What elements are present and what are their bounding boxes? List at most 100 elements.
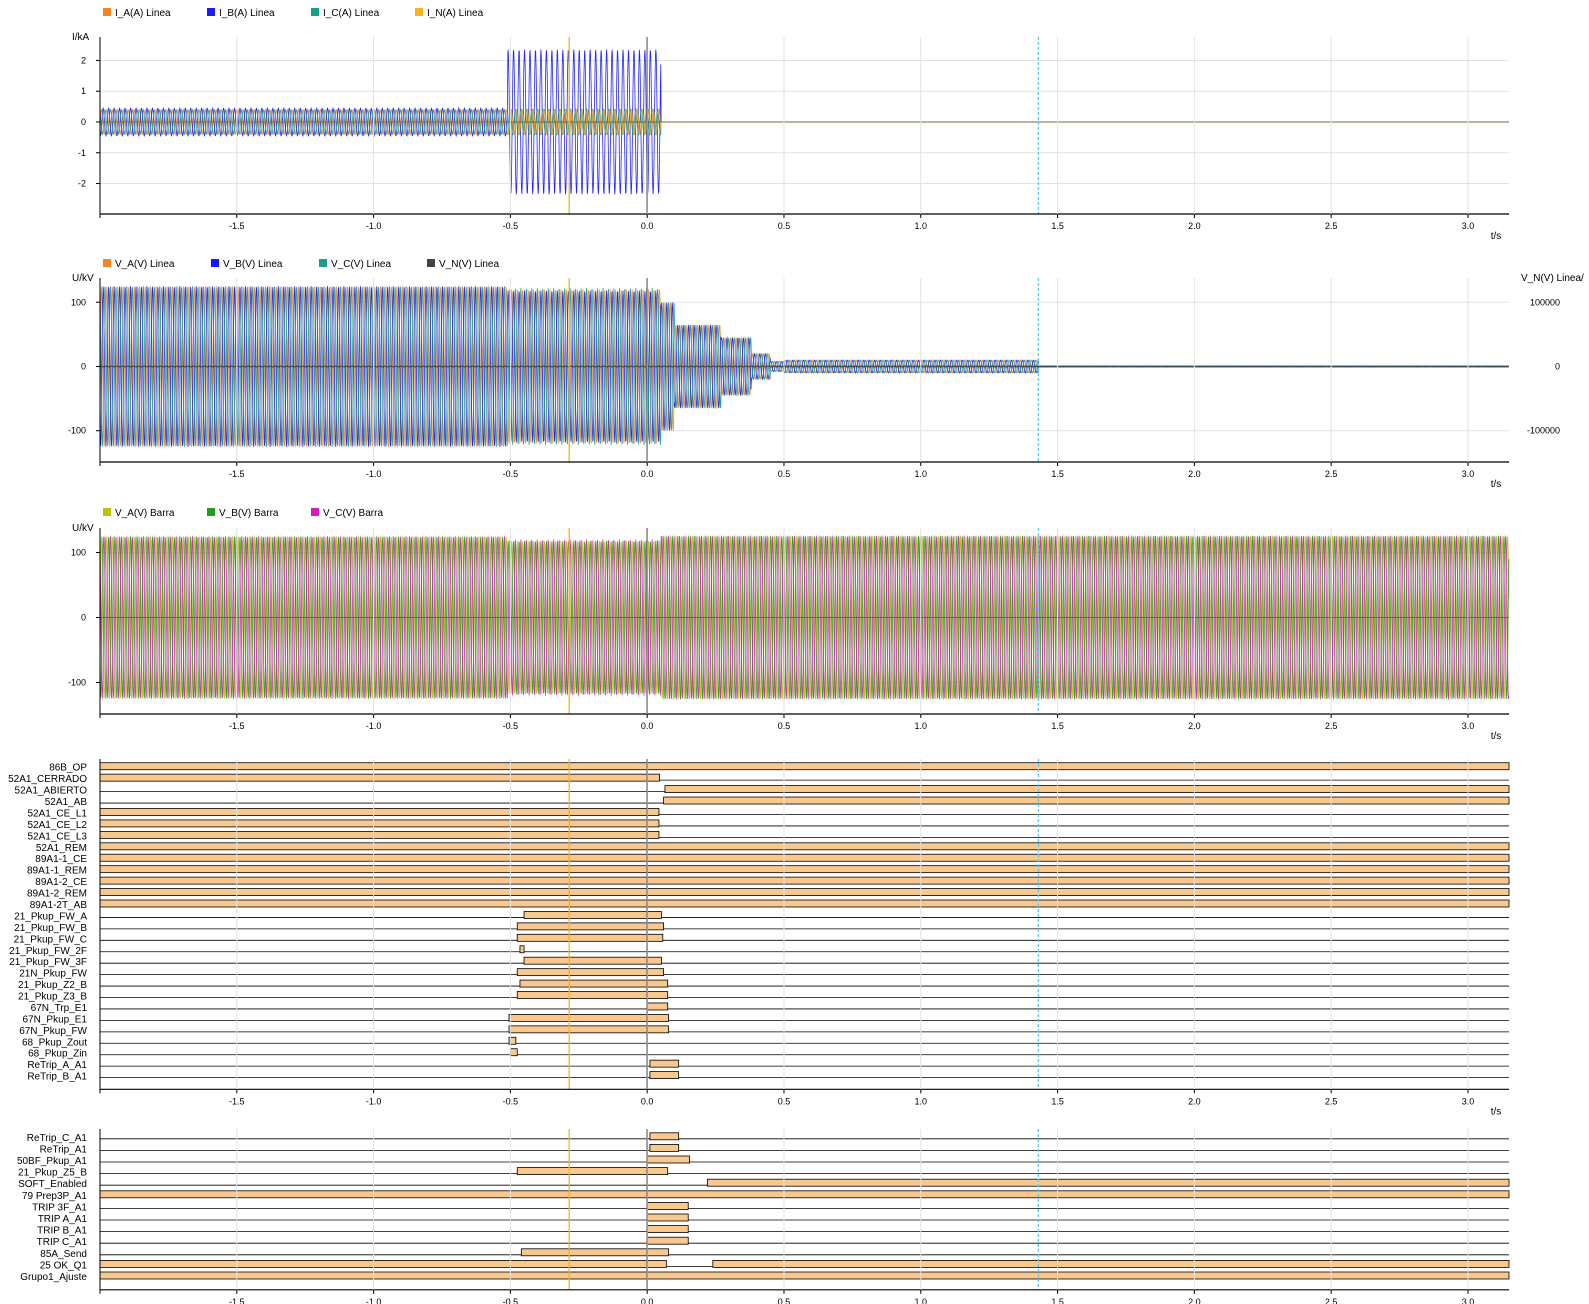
x-tick-label: 2.0 [1188,1096,1201,1106]
channel-label: ReTrip_B_A1 [27,1072,87,1083]
legend-label-i-a-a-linea: I_A(A) Linea [115,8,171,19]
x-tick-label: -1.0 [366,1096,382,1106]
x-tick-label: 2.5 [1325,1096,1338,1106]
channel-active-bar [646,1213,689,1222]
legend-swatch-i-b-a-linea [207,8,215,16]
x-tick-label: 2.0 [1188,221,1201,231]
channel-active-bar [99,808,660,816]
channel-67n-pkup-e1: 67N_Pkup_E1 [23,1014,1509,1025]
x-tick-label: -1.5 [229,1096,245,1106]
x-axis-unit-label: t/s [1491,231,1502,242]
channel-active-bar [646,1002,669,1011]
channel-89a1-2-ce: 89A1-2_CE [35,876,1510,888]
y-tick-label: 100 [71,297,86,307]
channel-active-bar [508,1014,669,1022]
channel-grupo1-ajuste: Grupo1_Ajuste [20,1271,1510,1283]
x-tick-label: 3.0 [1462,221,1475,231]
channel-trip-c-a1: TRIP C_A1 [37,1236,1509,1248]
y-axis-label: U/kV [72,523,94,534]
channel-21-pkup-z2-b: 21_Pkup_Z2_B [18,979,1509,991]
x-tick-label: 2.5 [1325,721,1338,731]
channel-label: 67N_Trp_E1 [31,1003,88,1014]
channel-active-bar [663,796,1510,805]
channel-label: 89A1-2_CE [35,877,87,888]
x-tick-label: 0.0 [641,1096,654,1106]
channel-50bf-pkup-a1: 50BF_Pkup_A1 [17,1155,1509,1167]
channel-label: TRIP B_A1 [37,1226,87,1237]
x-axis-unit-label: t/s [1491,1106,1502,1117]
x-tick-label: 0.0 [641,1297,654,1304]
channel-active-bar [99,899,1510,908]
channel-52a1-ab: 52A1_AB [45,796,1510,808]
channel-active-bar [649,1059,680,1068]
x-axis-unit-label: t/s [1491,731,1502,742]
y-tick-label: -100 [68,426,86,436]
channel-active-bar [99,865,1510,874]
legend-swatch-i-n-a-linea [415,8,423,16]
channel-active-bar [706,1178,1510,1187]
channel-active-bar [649,1132,680,1141]
y-axis-label: I/kA [72,32,90,43]
channel-label: 21_Pkup_Z5_B [18,1168,87,1179]
legend-label-v-n-v-linea: V_N(V) Linea [439,259,499,270]
y2-tick-label: 100000 [1530,297,1560,307]
x-tick-label: -1.0 [366,721,382,731]
channel-active-bar [646,1202,689,1210]
x-tick-label: -1.0 [366,221,382,231]
x-tick-label: 0.5 [778,721,791,731]
x-tick-label: -1.5 [229,1297,245,1304]
x-tick-label: 1.5 [1051,1096,1064,1106]
x-tick-label: -1.0 [366,469,382,479]
x-tick-label: 0.5 [778,1297,791,1304]
channel-79-prep3p-a1: 79 Prep3P_A1 [22,1190,1510,1202]
y2-tick-label: -100000 [1527,426,1560,436]
y-tick-label: 0 [81,613,86,623]
channel-label: SOFT_Enabled [18,1179,87,1190]
channel-label: 85A_Send [40,1249,87,1260]
channel-label: 79 Prep3P_A1 [22,1191,87,1202]
channel-active-bar [519,945,525,954]
x-tick-label: 2.5 [1325,469,1338,479]
channel-52a1-cerrado: 52A1_CERRADO [8,773,1509,785]
channel-active-bar [509,1048,518,1057]
x-tick-label: 2.0 [1188,1297,1201,1304]
legend-swatch-v-a-v-barra [103,508,111,516]
channel-soft-enabled: SOFT_Enabled [18,1178,1510,1190]
legend-swatch-i-c-a-linea [311,8,319,16]
channel-label: 52A1_CE_L3 [28,831,88,842]
channel-active-bar [508,1025,669,1034]
channel-active-bar [516,922,664,931]
channel-label: ReTrip_C_A1 [27,1133,88,1144]
analog-panel-1: -2 -1 0 1 2 I/kA I_A(A) Linea I_B(A) Linea I_C(A… [72,8,1509,242]
channel-89a1-2-rem: 89A1-2_REM [27,888,1510,900]
channel-21-pkup-fw-c: 21_Pkup_FW_C [14,933,1509,945]
oscillogram-figure: -2 -1 0 1 2 I/kA I_A(A) Linea I_B(A) Linea I_C(A… [8,8,1584,1304]
x-tick-label: -1.5 [229,469,245,479]
channel-21-pkup-fw-2f: 21_Pkup_FW_2F [9,945,1509,957]
y-tick-label: 0 [81,362,86,372]
channel-label: 52A1_CE_L1 [28,808,88,819]
x-tick-label: 1.5 [1051,469,1064,479]
channel-21-pkup-z5-b: 21_Pkup_Z5_B [18,1167,1509,1179]
legend-swatch-v-c-v-linea [319,259,327,267]
x-tick-label: 1.0 [915,721,928,731]
channel-trip-a-a1: TRIP A_A1 [38,1213,1509,1225]
channel-52a1-ce-l3: 52A1_CE_L3 [28,830,1509,842]
channel-52a1-ce-l1: 52A1_CE_L1 [28,808,1509,819]
channel-label: 86B_OP [49,763,87,774]
channel-label: TRIP A_A1 [38,1214,88,1225]
y-tick-label: 100 [71,548,86,558]
legend-label-v-a-v-linea: V_A(V) Linea [115,259,175,270]
channel-label: TRIP C_A1 [37,1237,88,1248]
channel-active-bar [516,933,664,942]
channel-21n-pkup-fw: 21N_Pkup_FW [19,968,1509,980]
channel-label: 89A1-1_REM [27,866,87,877]
analog-panel-2: -100 0 100 U/kV -100000 0 100000 V_N(V) Linea/V… [68,259,1584,490]
channel-label: 52A1_CERRADO [8,774,87,785]
legend-swatch-v-b-v-barra [207,508,215,516]
channel-label: 67N_Pkup_FW [19,1026,87,1037]
channel-label: Grupo1_Ajuste [20,1272,87,1283]
channel-active-bar [519,979,669,988]
channel-52a1-abierto: 52A1_ABIERTO [15,785,1510,797]
x-tick-label: 3.0 [1462,1096,1475,1106]
